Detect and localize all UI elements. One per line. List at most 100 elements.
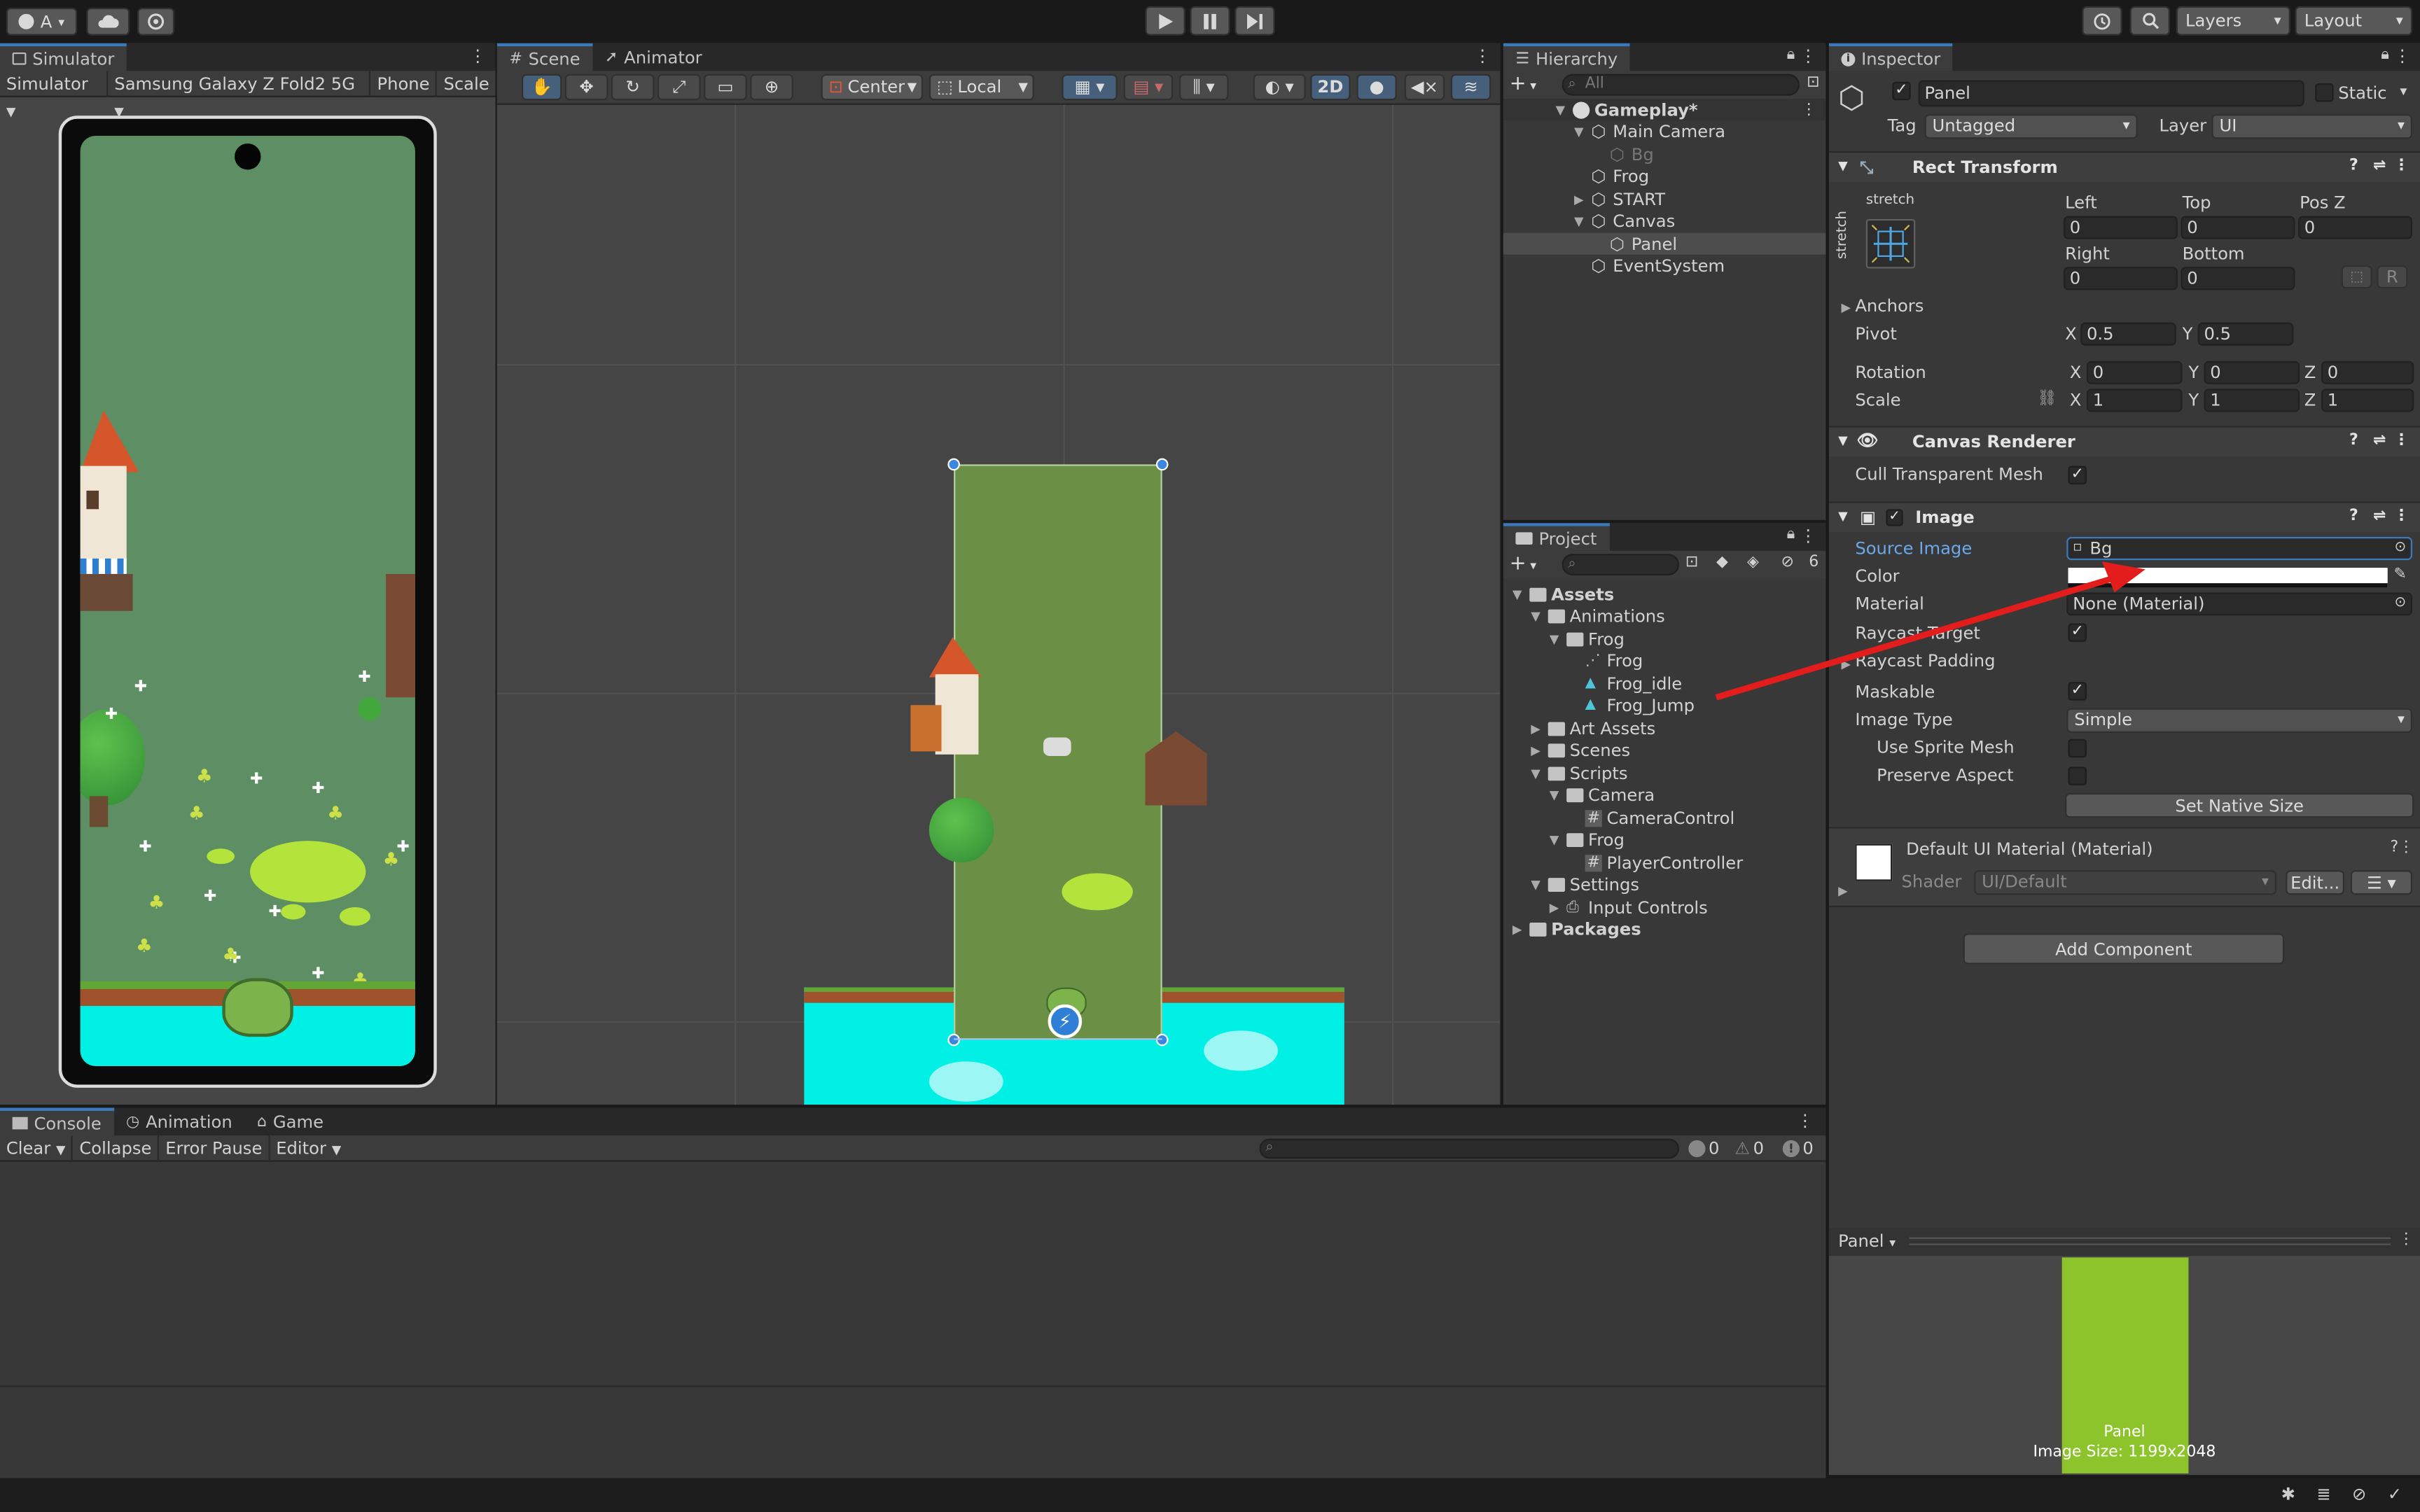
pivot-y-field[interactable]: 0.5 xyxy=(2197,322,2294,346)
fold-arrow-icon[interactable]: ▶ xyxy=(1841,301,1851,315)
search-options-icon[interactable]: ⊡ xyxy=(1807,74,1819,91)
project-item[interactable]: # PlayerController xyxy=(1503,852,1826,874)
project-item[interactable]: ▼ Frog xyxy=(1503,830,1826,851)
expanded-arrow-icon[interactable]: ▼ xyxy=(1528,610,1543,624)
static-checkbox[interactable] xyxy=(2315,83,2334,102)
rotate-tool-button[interactable]: ↻ xyxy=(611,74,655,101)
audio-button[interactable]: ◀× xyxy=(1404,74,1445,101)
anchor-preset-button[interactable] xyxy=(1865,218,1916,269)
lighting-button[interactable]: ● xyxy=(1356,74,1397,101)
more-icon[interactable]: ⋮ xyxy=(1800,46,1816,66)
warning-count-button[interactable]: ⚠ 0 xyxy=(1734,1139,1764,1159)
search-input[interactable]: ⌕ xyxy=(1562,554,1680,576)
set-native-size-button[interactable]: Set Native Size xyxy=(2065,792,2414,818)
fold-arrow-icon[interactable]: ▶ xyxy=(1838,884,1848,898)
account-button[interactable]: A ▾ xyxy=(6,8,78,36)
more-icon[interactable]: ⋮ xyxy=(2394,432,2409,449)
device-dropdown[interactable]: Samsung Galaxy Z Fold2 5G ▼ xyxy=(108,70,371,118)
maskable-checkbox[interactable]: ✓ xyxy=(2068,682,2087,701)
scale-z-field[interactable]: 1 xyxy=(2321,388,2414,412)
device-screen[interactable]: ✚ ✚ ✚ ✚ ✚ ✚ ✚ ✚ ✚ ✚ ✚ ♣ ♣ ♣ ♣ ♣ ♣ ♣ ♣ xyxy=(80,135,415,1067)
source-image-field[interactable]: ▫ Bg ⊙ xyxy=(2066,537,2413,561)
project-item[interactable]: ▲ Frog_Jump xyxy=(1503,695,1826,717)
raycast-target-checkbox[interactable]: ✓ xyxy=(2068,623,2087,642)
scene-viewport[interactable]: ⚡ xyxy=(496,104,1501,1105)
label-icon[interactable]: ◈ xyxy=(1747,554,1759,570)
preset-icon[interactable]: ⇌ xyxy=(2373,507,2386,524)
toggle-2d-button[interactable]: 2D xyxy=(1310,74,1351,101)
step-button[interactable] xyxy=(1235,6,1275,36)
scale-y-field[interactable]: 1 xyxy=(2204,388,2300,412)
tab-hierarchy[interactable]: ☰ Hierarchy xyxy=(1503,43,1630,71)
add-button[interactable]: + ▾ xyxy=(1510,73,1537,96)
space-dropdown[interactable]: ⬚ Local ▼ xyxy=(929,74,1034,101)
draw-mode-button[interactable]: ◐ ▾ xyxy=(1253,74,1306,101)
hierarchy-item[interactable]: ▼ ⬡ Canvas xyxy=(1503,211,1826,232)
grid-snap-button[interactable]: ▦ ▾ xyxy=(1062,74,1118,101)
project-item[interactable]: ▶ Art Assets xyxy=(1503,718,1826,739)
tab-project[interactable]: Project xyxy=(1503,523,1610,551)
use-sprite-mesh-checkbox[interactable] xyxy=(2068,738,2087,758)
preserve-aspect-checkbox[interactable] xyxy=(2068,766,2087,785)
preview-dropdown[interactable]: Panel ▾ xyxy=(1838,1231,1896,1252)
project-item[interactable]: ▼ Frog xyxy=(1503,628,1826,650)
shader-options-button[interactable]: ☰ ▾ xyxy=(2350,870,2413,895)
collab-button[interactable] xyxy=(137,8,175,36)
log-count-button[interactable]: 0 xyxy=(1688,1139,1719,1158)
hierarchy-item[interactable]: ⬡ Panel xyxy=(1503,232,1826,255)
posz-field[interactable]: 0 xyxy=(2297,216,2413,239)
expanded-arrow-icon[interactable]: ▼ xyxy=(1510,587,1525,601)
tag-dropdown[interactable]: Untagged xyxy=(1924,114,2138,139)
project-item[interactable]: ▼ Animations xyxy=(1503,606,1826,627)
error-count-button[interactable]: ! 0 xyxy=(1782,1139,1814,1158)
hierarchy-item[interactable]: ▼ ⬡ Main Camera xyxy=(1503,121,1826,143)
link-icon[interactable]: ⛓ xyxy=(2037,391,2057,407)
eyedropper-icon[interactable]: ✎ xyxy=(2394,566,2407,583)
left-field[interactable]: 0 xyxy=(2063,216,2178,239)
check-icon[interactable]: ✓ xyxy=(2388,1484,2402,1504)
object-picker-icon[interactable]: ⊙ xyxy=(2395,538,2407,559)
filter-type-icon[interactable]: ◆ xyxy=(1716,554,1728,570)
canvas-renderer-header[interactable]: ▼ 👁︎ Canvas Renderer ? ⇌ ⋮ xyxy=(1828,426,2420,457)
collapsed-arrow-icon[interactable]: ▶ xyxy=(1528,743,1543,757)
collapsed-arrow-icon[interactable]: ▶ xyxy=(1528,721,1543,735)
tab-console[interactable]: Console xyxy=(0,1107,114,1136)
more-icon[interactable]: ⋮ xyxy=(1800,526,1816,547)
pivot-x-field[interactable]: 0.5 xyxy=(2080,322,2176,346)
anchors-label[interactable]: Anchors xyxy=(1855,296,1924,316)
tab-animation[interactable]: ◷ Animation xyxy=(113,1108,244,1136)
search-button[interactable] xyxy=(2129,6,2170,36)
effects-button[interactable]: ≋ xyxy=(1450,74,1491,101)
tab-scene[interactable]: # Scene xyxy=(496,43,593,71)
project-item[interactable]: ▼ Settings xyxy=(1503,874,1826,896)
more-icon[interactable]: ⋮ xyxy=(1801,101,1816,118)
add-component-button[interactable]: Add Component xyxy=(1963,933,2285,965)
hierarchy-item[interactable]: ⬡ EventSystem xyxy=(1503,255,1826,277)
hierarchy-item[interactable]: ▼ Gameplay* ⋮ xyxy=(1503,99,1826,120)
object-picker-icon[interactable]: ⊙ xyxy=(2395,594,2407,615)
fold-arrow-icon[interactable]: ▶ xyxy=(1841,657,1851,671)
hierarchy-item[interactable]: ⬡ Bg xyxy=(1503,144,1826,165)
scale-x-field[interactable]: 1 xyxy=(2086,388,2183,412)
console-detail-area[interactable] xyxy=(0,1385,1826,1478)
image-enabled-checkbox[interactable]: ✓ xyxy=(1886,509,1903,526)
rotation-y-field[interactable]: 0 xyxy=(2204,360,2300,384)
scale-label[interactable]: Scale xyxy=(438,70,496,96)
expanded-arrow-icon[interactable]: ▼ xyxy=(1547,788,1562,802)
top-field[interactable]: 0 xyxy=(2181,216,2295,239)
platform-label[interactable]: Phone xyxy=(371,70,438,97)
rotation-z-field[interactable]: 0 xyxy=(2321,360,2414,384)
increment-snap-button[interactable]: ▤ ▾ xyxy=(1123,74,1174,101)
history-button[interactable] xyxy=(2082,6,2122,36)
image-type-dropdown[interactable]: Simple xyxy=(2066,708,2413,733)
help-icon[interactable]: ? xyxy=(2390,839,2398,856)
editor-dropdown[interactable]: Editor ▼ xyxy=(270,1135,347,1161)
rect-tool-button[interactable]: ▭ xyxy=(704,74,747,101)
project-item[interactable]: ▼ Scripts xyxy=(1503,762,1826,784)
expanded-arrow-icon[interactable]: ▼ xyxy=(1571,214,1587,228)
more-icon[interactable]: ⋮ xyxy=(2394,46,2411,66)
right-field[interactable]: 0 xyxy=(2063,267,2178,290)
color-swatch[interactable] xyxy=(2068,568,2388,588)
active-checkbox[interactable]: ✓ xyxy=(1892,81,1911,101)
lock-icon[interactable]: 🔒︎ xyxy=(2381,46,2389,63)
